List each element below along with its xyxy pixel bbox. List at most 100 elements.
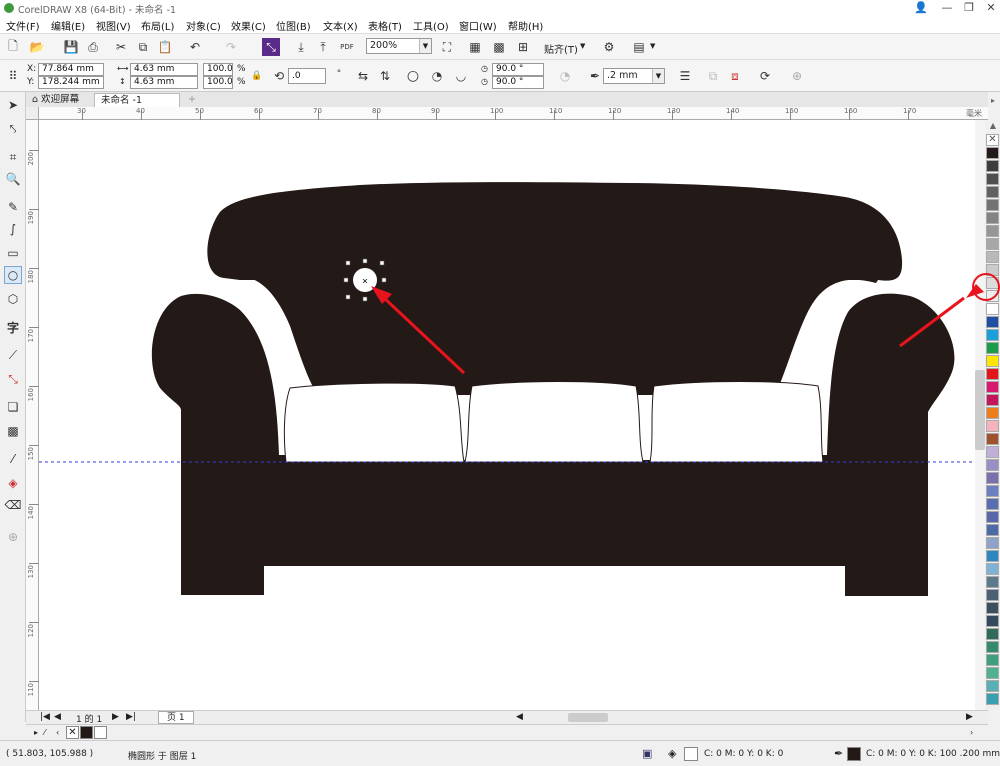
open-icon[interactable]: 📂 — [28, 38, 46, 56]
arc-mode-icon[interactable]: ◡ — [452, 67, 470, 85]
minimize-button[interactable]: — — [936, 0, 958, 16]
ellipse-tool-icon[interactable]: ○ — [4, 266, 22, 284]
import-icon[interactable]: ⤓ — [292, 38, 310, 56]
palette-swatch[interactable] — [986, 368, 999, 380]
outline-width-select[interactable]: .2 mm ▼ — [603, 68, 665, 84]
page-tab-1[interactable]: 页 1 — [158, 711, 194, 724]
doc-palette-menu-icon[interactable]: ▸ — [34, 728, 38, 737]
save-icon[interactable]: 💾 — [62, 38, 80, 56]
ellipse-mode-icon[interactable]: ○ — [404, 67, 422, 85]
palette-swatch[interactable] — [986, 186, 999, 198]
launcher-chevron-down-icon[interactable]: ▼ — [650, 42, 655, 50]
text-tool-icon[interactable]: 字 — [4, 318, 22, 336]
menu-effects[interactable]: 效果(C) — [231, 18, 266, 33]
horizontal-ruler[interactable]: 毫米 30 40 50 60 70 80 90 100 110 120 130 140 150 160 17… — [26, 107, 988, 120]
palette-swatch[interactable] — [986, 563, 999, 575]
pick-tool-icon[interactable]: ➤ — [4, 96, 22, 114]
scale-y-field[interactable]: 100.0 — [203, 76, 233, 89]
palette-swatch[interactable] — [986, 199, 999, 211]
height-field[interactable]: 4.63 mm — [130, 76, 198, 89]
paste-icon[interactable]: 📋 — [156, 38, 174, 56]
palette-swatch[interactable] — [986, 212, 999, 224]
account-icon[interactable]: 👤 — [910, 0, 932, 16]
palette-swatch[interactable] — [986, 147, 999, 159]
crop-tool-icon[interactable]: ⌗ — [4, 148, 22, 166]
palette-swatch[interactable] — [986, 316, 999, 328]
mirror-horizontal-icon[interactable]: ⇆ — [354, 67, 372, 85]
object-origin-icon[interactable]: ⠿ — [4, 67, 22, 85]
text-wrap-icon[interactable]: ☰ — [676, 67, 694, 85]
snap-chevron-down-icon[interactable]: ▼ — [580, 42, 585, 50]
palette-swatch[interactable] — [986, 641, 999, 653]
close-button[interactable]: ✕ — [980, 0, 1000, 16]
convert-to-curves-icon[interactable]: ⟳ — [756, 67, 774, 85]
palette-swatch[interactable] — [986, 342, 999, 354]
menu-view[interactable]: 视图(V) — [96, 18, 131, 33]
palette-swatch[interactable] — [986, 394, 999, 406]
menu-bitmaps[interactable]: 位图(B) — [276, 18, 311, 33]
palette-swatch[interactable] — [986, 524, 999, 536]
artistic-media-icon[interactable]: ∫ — [4, 220, 22, 238]
palette-swatch[interactable] — [986, 251, 999, 263]
scroll-thumb[interactable] — [975, 370, 985, 450]
new-tab-icon[interactable]: + — [182, 93, 198, 107]
doc-swatch-black[interactable] — [80, 726, 93, 739]
menu-file[interactable]: 文件(F) — [6, 18, 40, 33]
menu-tools[interactable]: 工具(O) — [413, 18, 449, 33]
palette-swatch[interactable] — [986, 680, 999, 692]
doc-no-color-swatch[interactable]: ✕ — [66, 726, 79, 739]
pie-mode-icon[interactable]: ◔ — [428, 67, 446, 85]
menu-window[interactable]: 窗口(W) — [459, 18, 497, 33]
palette-swatch[interactable] — [986, 355, 999, 367]
palette-swatch[interactable] — [986, 589, 999, 601]
lock-ratio-icon[interactable]: 🔒 — [248, 67, 266, 85]
snap-to-dropdown[interactable]: 贴齐(T) — [544, 41, 578, 56]
tab-welcome[interactable]: ⌂ 欢迎屏幕 — [26, 93, 94, 107]
palette-swatch[interactable] — [986, 485, 999, 497]
palette-swatch[interactable] — [986, 433, 999, 445]
interactive-fill-icon[interactable]: ◈ — [4, 474, 22, 492]
break-apart-icon[interactable]: ⧈ — [726, 67, 744, 85]
options-gear-icon[interactable]: ⚙ — [600, 38, 618, 56]
smart-fill-icon[interactable]: ⌫ — [4, 496, 22, 514]
palette-swatch[interactable] — [986, 576, 999, 588]
last-page-icon[interactable]: ▶| — [126, 712, 136, 722]
redo-icon[interactable]: ↷ — [222, 38, 240, 56]
prev-page-icon[interactable]: ◀ — [54, 712, 61, 722]
combine-icon[interactable]: ⧉ — [704, 67, 722, 85]
start-angle-field[interactable]: 90.0 ° — [492, 63, 544, 76]
next-page-icon[interactable]: ▶ — [112, 712, 119, 722]
polygon-tool-icon[interactable]: ⬡ — [4, 290, 22, 308]
shape-tool-icon[interactable]: ⤣ — [4, 120, 22, 138]
palette-swatch[interactable] — [986, 628, 999, 640]
end-angle-field[interactable]: 90.0 ° — [492, 76, 544, 89]
rotation-field[interactable]: .0 — [288, 68, 326, 84]
full-screen-icon[interactable]: ⛶ — [438, 38, 456, 56]
palette-swatch[interactable] — [986, 381, 999, 393]
color-proof-icon[interactable]: ▣ — [642, 747, 652, 760]
show-guidelines-icon[interactable]: ⊞ — [514, 38, 532, 56]
palette-swatch[interactable] — [986, 238, 999, 250]
eyedropper-icon[interactable]: ⁄ — [4, 450, 22, 468]
ruler-origin[interactable] — [26, 107, 39, 120]
menu-text[interactable]: 文本(X) — [323, 18, 358, 33]
palette-swatch[interactable] — [986, 602, 999, 614]
y-position-field[interactable]: 178.244 mm — [38, 76, 104, 89]
show-rulers-icon[interactable]: ▦ — [466, 38, 484, 56]
pdf-icon[interactable]: PDF — [338, 38, 356, 56]
menu-object[interactable]: 对象(C) — [186, 18, 221, 33]
app-launcher-icon[interactable]: ▤ — [630, 38, 648, 56]
menu-help[interactable]: 帮助(H) — [508, 18, 543, 33]
menu-layout[interactable]: 布局(L) — [141, 18, 174, 33]
drawing-canvas[interactable]: × — [39, 120, 975, 710]
doc-palette-right-icon[interactable]: › — [970, 728, 973, 737]
connector-tool-icon[interactable]: ⤡ — [4, 370, 22, 388]
first-page-icon[interactable]: |◀ — [40, 712, 50, 722]
scale-x-field[interactable]: 100.0 — [203, 63, 233, 76]
palette-swatch[interactable] — [986, 472, 999, 484]
change-direction-icon[interactable]: ◔ — [556, 67, 574, 85]
menu-edit[interactable]: 编辑(E) — [51, 18, 85, 33]
new-document-icon[interactable]: 🗋 — [4, 38, 22, 56]
add-tool-icon[interactable]: ⊕ — [4, 528, 22, 546]
palette-scroll-up-icon[interactable]: ▲ — [986, 121, 1000, 133]
